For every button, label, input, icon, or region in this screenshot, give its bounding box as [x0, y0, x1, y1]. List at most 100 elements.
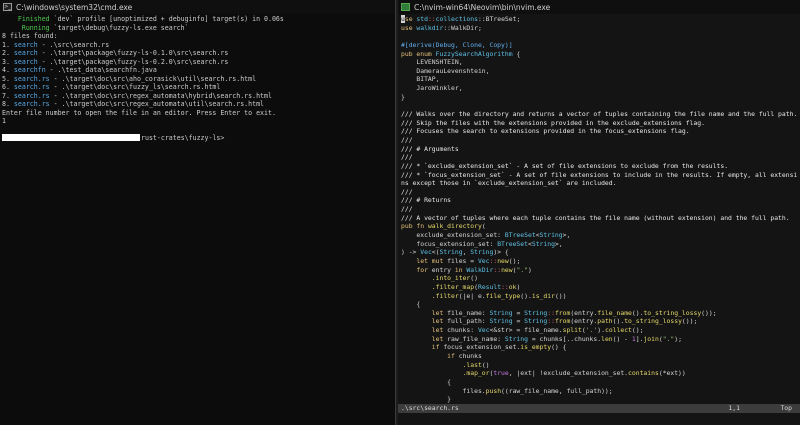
- nvim-window[interactable]: C:\nvim-win64\Neovim\bin\nvim.exe use st…: [398, 0, 800, 425]
- code-token: /// * `exclude_extension_set` - A set of…: [401, 161, 729, 170]
- code-token: /// # Returns: [401, 196, 452, 205]
- code-token: (entry.: [570, 317, 598, 326]
- code-token: true: [493, 369, 509, 378]
- code-token: ns except those in `exclude_extension_se…: [401, 179, 617, 188]
- code-token: for: [401, 265, 432, 274]
- nvim-cmdline[interactable]: [398, 413, 800, 425]
- code-line: DamerauLevenshtein,: [401, 67, 797, 76]
- code-token: String: [489, 317, 513, 326]
- code-line: .filter(|e| e.file_type().is_dir()): [401, 292, 797, 301]
- code-token: /// A vector of tuples where each tuple …: [401, 213, 790, 222]
- cmd-text-segment: 7.: [2, 91, 14, 100]
- cmd-text-segment: 1.: [2, 40, 14, 49]
- code-token: let: [401, 308, 448, 317]
- status-file: .\src\search.rs: [401, 404, 459, 412]
- code-token: ()): [554, 291, 567, 300]
- code-token: , |ext| !exclude_extension_set.: [508, 369, 629, 378]
- code-token: pub enum: [401, 49, 436, 58]
- code-token: raw_file_name:: [447, 334, 505, 343]
- code-line: BITAP,: [401, 75, 797, 84]
- code-token: ///: [401, 153, 413, 162]
- cmd-window[interactable]: >_ C:\windows\system32\cmd.exe Finished …: [0, 0, 396, 425]
- code-token: WalkDir: [466, 265, 494, 274]
- code-line: let full_path: String = String::from(ent…: [401, 317, 797, 326]
- cmd-app-icon: >_: [3, 3, 12, 11]
- code-token: /// # Arguments: [401, 144, 459, 153]
- code-token: use: [401, 23, 417, 32]
- code-token: DamerauLevenshtein,: [401, 66, 490, 75]
- cmd-text-segment: - .\target\doc\src\regex_automata\util\s…: [49, 100, 265, 108]
- nvim-titlebar[interactable]: C:\nvim-win64\Neovim\bin\nvim.exe: [398, 0, 800, 14]
- cmd-output-line: 8 files found:: [2, 32, 393, 41]
- cmd-text-segment: - .\src\search.rs: [37, 40, 110, 49]
- code-token: in: [454, 265, 467, 274]
- code-token: String: [489, 308, 513, 317]
- code-line: }: [401, 93, 797, 102]
- code-token: push: [485, 386, 502, 395]
- cmd-output-line: 3. search - .\target\package\fuzzy-ls-0.…: [2, 58, 393, 67]
- cmd-prompt[interactable]: rust-crates\fuzzy-ls>: [2, 134, 393, 143]
- code-line: .map_or(true, |ext| !exclude_extension_s…: [401, 369, 797, 378]
- code-token: String: [531, 239, 555, 248]
- code-line: .into_iter(): [401, 274, 797, 283]
- code-token: files.: [401, 386, 486, 395]
- cmd-text-segment: - .\target\doc\src\aho_corasick\util\sea…: [49, 74, 257, 83]
- status-percent: Top: [780, 404, 792, 412]
- code-token: .last: [401, 360, 482, 369]
- code-token: (: [481, 222, 486, 231]
- code-token: >,: [562, 231, 571, 240]
- cmd-text-segment: search.rs: [13, 100, 50, 108]
- code-line: .filter_map(Result::ok): [401, 283, 797, 292]
- code-token: Vec: [477, 326, 490, 335]
- code-token: ".": [662, 334, 675, 343]
- status-position: 1,1: [728, 404, 740, 412]
- code-token: let: [401, 326, 448, 335]
- code-token: is_empty: [520, 343, 552, 352]
- cmd-text-segment: search.rs: [13, 74, 50, 83]
- code-token: to_string_lossy: [643, 308, 702, 317]
- code-token: {: [401, 300, 421, 309]
- code-token: {: [512, 49, 521, 58]
- code-token: chunks: [458, 351, 482, 360]
- code-token: focus_extension_set.: [443, 343, 521, 352]
- code-line: ///: [401, 188, 797, 197]
- code-token: file_type: [485, 291, 521, 300]
- cmd-text-segment: Finished: [2, 15, 50, 23]
- cmd-text-segment: 6.: [2, 83, 14, 91]
- cmd-text-segment: search: [13, 49, 38, 57]
- code-token: if: [401, 351, 459, 360]
- code-token: LEVENSHTEIN,: [401, 58, 463, 67]
- cmd-text-segment: - .\target\doc\src\fuzzy_ls\search.rs.ht…: [49, 83, 221, 91]
- cmd-output-line: Finished `dev` profile [unoptimized + de…: [2, 15, 393, 24]
- cmd-prompt-text: rust-crates\fuzzy-ls>: [141, 133, 225, 142]
- nvim-editor-buffer[interactable]: use std::collections::BTreeSet; use walkd…: [398, 14, 800, 420]
- code-token: full_path:: [447, 317, 490, 326]
- cmd-output-line: 4. searchfn - .\test_data\searchfn.java: [2, 66, 393, 75]
- cmd-output[interactable]: Finished `dev` profile [unoptimized + de…: [0, 14, 395, 142]
- cmd-titlebar[interactable]: >_ C:\windows\system32\cmd.exe: [0, 0, 395, 14]
- code-line: for entry in WalkDir::new("."): [401, 266, 797, 275]
- code-token: ();: [508, 256, 521, 265]
- code-token: >,: [554, 239, 563, 248]
- cmd-text-segment: - .\target\doc\src\regex_automata\hybrid…: [49, 91, 272, 100]
- code-token: collect: [604, 326, 632, 335]
- code-token: );: [674, 334, 682, 343]
- code-token: ::: [427, 15, 436, 23]
- code-token: ): [516, 282, 521, 291]
- code-token: path: [597, 317, 613, 326]
- code-line: use std::collections::BTreeSet;: [401, 15, 797, 24]
- code-token: {: [401, 377, 452, 386]
- code-line: ///: [401, 205, 797, 214]
- code-line: LEVENSHTEIN,: [401, 58, 797, 67]
- code-line: /// Skip the files with the extensions p…: [401, 119, 797, 128]
- code-token: ::BTreeSet;: [477, 15, 521, 23]
- code-token: ().: [520, 291, 532, 300]
- code-token: se: [404, 15, 417, 23]
- code-token: ());: [681, 317, 698, 326]
- code-token: file_name: [597, 308, 632, 317]
- code-token: BTreeSet: [497, 239, 528, 248]
- code-token: ();: [631, 326, 644, 335]
- code-token: ::: [493, 265, 502, 274]
- code-token: <(: [431, 248, 440, 257]
- nvim-title: C:\nvim-win64\Neovim\bin\nvim.exe: [414, 2, 551, 12]
